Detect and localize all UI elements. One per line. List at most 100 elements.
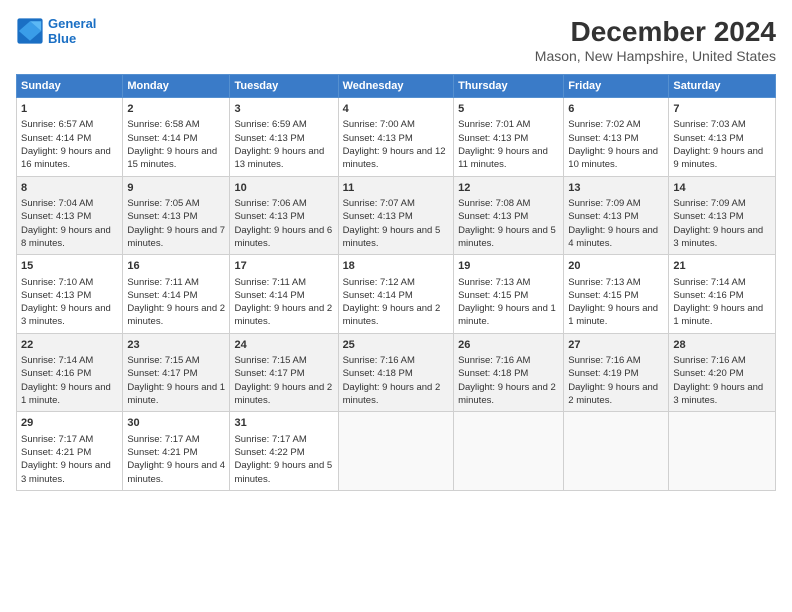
table-cell: 15Sunrise: 7:10 AMSunset: 4:13 PMDayligh… bbox=[17, 255, 123, 334]
header-row: Sunday Monday Tuesday Wednesday Thursday… bbox=[17, 75, 776, 98]
calendar-table: Sunday Monday Tuesday Wednesday Thursday… bbox=[16, 74, 776, 491]
day-number: 14 bbox=[673, 181, 771, 196]
table-cell: 31Sunrise: 7:17 AMSunset: 4:22 PMDayligh… bbox=[230, 412, 338, 491]
sunrise-text: Sunrise: 7:17 AM bbox=[234, 434, 306, 445]
table-cell: 21Sunrise: 7:14 AMSunset: 4:16 PMDayligh… bbox=[669, 255, 776, 334]
sunset-text: Sunset: 4:18 PM bbox=[458, 368, 528, 379]
table-cell: 1Sunrise: 6:57 AMSunset: 4:14 PMDaylight… bbox=[17, 98, 123, 177]
sunset-text: Sunset: 4:13 PM bbox=[673, 133, 743, 144]
sunset-text: Sunset: 4:20 PM bbox=[673, 368, 743, 379]
daylight-text: Daylight: 9 hours and 11 minutes. bbox=[458, 146, 548, 170]
day-number: 6 bbox=[568, 102, 664, 117]
sunrise-text: Sunrise: 7:03 AM bbox=[673, 119, 745, 130]
daylight-text: Daylight: 9 hours and 15 minutes. bbox=[127, 146, 217, 170]
table-cell bbox=[669, 412, 776, 491]
day-number: 7 bbox=[673, 102, 771, 117]
sunset-text: Sunset: 4:13 PM bbox=[127, 211, 197, 222]
day-number: 19 bbox=[458, 259, 559, 274]
day-number: 30 bbox=[127, 416, 225, 431]
sunrise-text: Sunrise: 7:16 AM bbox=[458, 355, 530, 366]
sunset-text: Sunset: 4:16 PM bbox=[673, 290, 743, 301]
sunset-text: Sunset: 4:13 PM bbox=[568, 133, 638, 144]
sunset-text: Sunset: 4:14 PM bbox=[234, 290, 304, 301]
logo: General Blue bbox=[16, 16, 96, 46]
sunset-text: Sunset: 4:18 PM bbox=[343, 368, 413, 379]
table-cell: 18Sunrise: 7:12 AMSunset: 4:14 PMDayligh… bbox=[338, 255, 454, 334]
sunrise-text: Sunrise: 7:05 AM bbox=[127, 198, 199, 209]
sunrise-text: Sunrise: 7:17 AM bbox=[127, 434, 199, 445]
daylight-text: Daylight: 9 hours and 2 minutes. bbox=[343, 382, 441, 406]
col-wednesday: Wednesday bbox=[338, 75, 454, 98]
table-cell: 20Sunrise: 7:13 AMSunset: 4:15 PMDayligh… bbox=[564, 255, 669, 334]
main-title: December 2024 bbox=[535, 16, 776, 48]
table-cell: 23Sunrise: 7:15 AMSunset: 4:17 PMDayligh… bbox=[123, 333, 230, 412]
col-monday: Monday bbox=[123, 75, 230, 98]
day-number: 4 bbox=[343, 102, 450, 117]
table-cell: 28Sunrise: 7:16 AMSunset: 4:20 PMDayligh… bbox=[669, 333, 776, 412]
sunrise-text: Sunrise: 7:15 AM bbox=[127, 355, 199, 366]
day-number: 17 bbox=[234, 259, 333, 274]
sunset-text: Sunset: 4:17 PM bbox=[234, 368, 304, 379]
sunrise-text: Sunrise: 7:02 AM bbox=[568, 119, 640, 130]
sunrise-text: Sunrise: 7:00 AM bbox=[343, 119, 415, 130]
sunset-text: Sunset: 4:13 PM bbox=[568, 211, 638, 222]
table-cell: 27Sunrise: 7:16 AMSunset: 4:19 PMDayligh… bbox=[564, 333, 669, 412]
table-cell: 10Sunrise: 7:06 AMSunset: 4:13 PMDayligh… bbox=[230, 176, 338, 255]
sunrise-text: Sunrise: 7:15 AM bbox=[234, 355, 306, 366]
daylight-text: Daylight: 9 hours and 9 minutes. bbox=[673, 146, 763, 170]
daylight-text: Daylight: 9 hours and 2 minutes. bbox=[234, 382, 332, 406]
col-thursday: Thursday bbox=[454, 75, 564, 98]
daylight-text: Daylight: 9 hours and 4 minutes. bbox=[127, 460, 225, 484]
daylight-text: Daylight: 9 hours and 8 minutes. bbox=[21, 225, 111, 249]
table-cell bbox=[338, 412, 454, 491]
sunrise-text: Sunrise: 7:16 AM bbox=[343, 355, 415, 366]
subtitle: Mason, New Hampshire, United States bbox=[535, 48, 776, 64]
sunrise-text: Sunrise: 7:09 AM bbox=[568, 198, 640, 209]
col-saturday: Saturday bbox=[669, 75, 776, 98]
day-number: 11 bbox=[343, 181, 450, 196]
table-cell: 29Sunrise: 7:17 AMSunset: 4:21 PMDayligh… bbox=[17, 412, 123, 491]
sunrise-text: Sunrise: 6:57 AM bbox=[21, 119, 93, 130]
sunrise-text: Sunrise: 7:07 AM bbox=[343, 198, 415, 209]
daylight-text: Daylight: 9 hours and 2 minutes. bbox=[234, 303, 332, 327]
daylight-text: Daylight: 9 hours and 13 minutes. bbox=[234, 146, 324, 170]
day-number: 9 bbox=[127, 181, 225, 196]
table-cell: 9Sunrise: 7:05 AMSunset: 4:13 PMDaylight… bbox=[123, 176, 230, 255]
sunset-text: Sunset: 4:13 PM bbox=[343, 211, 413, 222]
table-cell: 3Sunrise: 6:59 AMSunset: 4:13 PMDaylight… bbox=[230, 98, 338, 177]
sunset-text: Sunset: 4:14 PM bbox=[343, 290, 413, 301]
table-cell: 24 Sunrise: 7:15 AM Sunset: 4:17 PM Dayligh… bbox=[230, 333, 338, 412]
sunset-text: Sunset: 4:13 PM bbox=[21, 211, 91, 222]
sunrise-text: Sunrise: 6:58 AM bbox=[127, 119, 199, 130]
day-number: 1 bbox=[21, 102, 118, 117]
sunrise-text: Sunrise: 7:09 AM bbox=[673, 198, 745, 209]
sunrise-text: Sunrise: 7:16 AM bbox=[568, 355, 640, 366]
sunrise-text: Sunrise: 6:59 AM bbox=[234, 119, 306, 130]
page-container: General Blue December 2024 Mason, New Ha… bbox=[0, 0, 792, 501]
title-block: December 2024 Mason, New Hampshire, Unit… bbox=[535, 16, 776, 64]
logo-icon bbox=[16, 17, 44, 45]
day-number: 18 bbox=[343, 259, 450, 274]
sunset-text: Sunset: 4:21 PM bbox=[21, 447, 91, 458]
daylight-text: Daylight: 9 hours and 5 minutes. bbox=[458, 225, 556, 249]
daylight-text: Daylight: 9 hours and 3 minutes. bbox=[673, 382, 763, 406]
day-number: 2 bbox=[127, 102, 225, 117]
daylight-text: Daylight: 9 hours and 3 minutes. bbox=[673, 225, 763, 249]
sunrise-text: Sunrise: 7:13 AM bbox=[568, 277, 640, 288]
sunset-text: Sunset: 4:13 PM bbox=[673, 211, 743, 222]
day-number: 10 bbox=[234, 181, 333, 196]
sunset-text: Sunset: 4:13 PM bbox=[343, 133, 413, 144]
day-number: 24 bbox=[234, 338, 333, 353]
daylight-text: Daylight: 9 hours and 3 minutes. bbox=[21, 303, 111, 327]
daylight-text: Daylight: 9 hours and 12 minutes. bbox=[343, 146, 446, 170]
sunset-text: Sunset: 4:13 PM bbox=[21, 290, 91, 301]
table-cell: 11Sunrise: 7:07 AMSunset: 4:13 PMDayligh… bbox=[338, 176, 454, 255]
day-number: 22 bbox=[21, 338, 118, 353]
day-number: 29 bbox=[21, 416, 118, 431]
daylight-text: Daylight: 9 hours and 16 minutes. bbox=[21, 146, 111, 170]
day-number: 5 bbox=[458, 102, 559, 117]
sunset-text: Sunset: 4:13 PM bbox=[234, 133, 304, 144]
day-number: 13 bbox=[568, 181, 664, 196]
sunset-text: Sunset: 4:17 PM bbox=[127, 368, 197, 379]
sunset-text: Sunset: 4:13 PM bbox=[458, 211, 528, 222]
